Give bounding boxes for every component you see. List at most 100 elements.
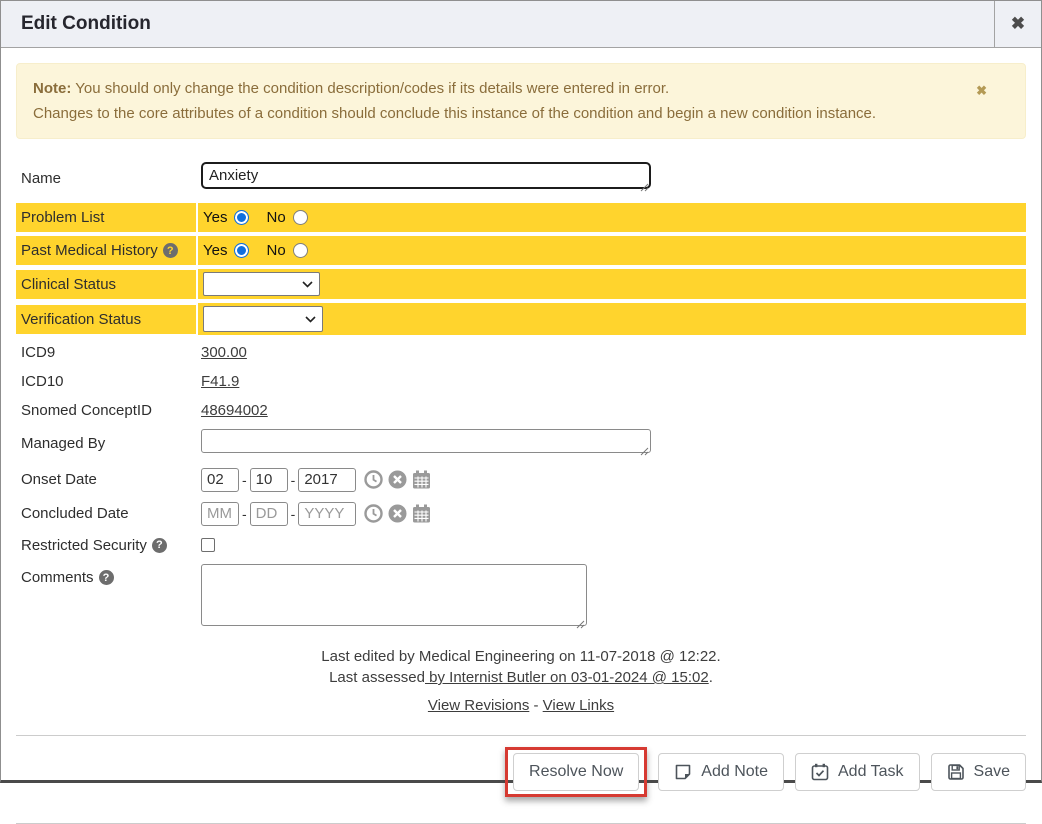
- pmh-no-label: No: [266, 242, 285, 259]
- warning-text-1: You should only change the condition des…: [71, 80, 669, 97]
- row-problem-list: Problem List Yes No: [16, 203, 1026, 232]
- date-separator: -: [291, 472, 296, 488]
- help-icon[interactable]: ?: [163, 243, 178, 258]
- dialog-header: Edit Condition ✖: [1, 1, 1041, 48]
- comments-label: Comments: [21, 569, 94, 586]
- problem-list-yes-label: Yes: [203, 209, 227, 226]
- onset-day-input[interactable]: [250, 468, 288, 492]
- chevron-down-icon: [305, 316, 316, 323]
- snomed-label: Snomed ConceptID: [16, 399, 196, 422]
- snomed-code-link[interactable]: 48694002: [201, 402, 268, 419]
- clock-icon[interactable]: [364, 470, 383, 489]
- add-note-button[interactable]: Add Note: [658, 753, 784, 791]
- row-name: Name Anxiety: [16, 159, 1026, 197]
- dialog-body: Note: You should only change the conditi…: [1, 48, 1041, 824]
- row-clinical-status: Clinical Status: [16, 269, 1026, 299]
- name-input[interactable]: Anxiety: [201, 162, 651, 189]
- view-revisions-link[interactable]: View Revisions: [428, 697, 529, 714]
- warning-line-1: Note: You should only change the conditi…: [33, 76, 985, 101]
- dialog-title: Edit Condition: [1, 1, 994, 47]
- warning-bold-label: Note:: [33, 80, 71, 97]
- row-verification-status: Verification Status: [16, 303, 1026, 335]
- clinical-status-select[interactable]: [203, 272, 320, 296]
- concluded-year-input[interactable]: [298, 502, 356, 526]
- row-restricted-security: Restricted Security ?: [16, 532, 1026, 558]
- clock-icon[interactable]: [364, 504, 383, 523]
- row-comments: Comments ?: [16, 561, 1026, 634]
- icd10-code-link[interactable]: F41.9: [201, 373, 239, 390]
- pmh-yes-radio[interactable]: [234, 243, 249, 258]
- resolve-now-label: Resolve Now: [529, 763, 623, 781]
- problem-list-no-radio[interactable]: [293, 210, 308, 225]
- add-task-label: Add Task: [838, 763, 904, 781]
- pmh-yes-label: Yes: [203, 242, 227, 259]
- save-label: Save: [974, 763, 1010, 781]
- date-separator: -: [291, 506, 296, 522]
- view-links-link[interactable]: View Links: [543, 697, 614, 714]
- calendar-icon[interactable]: [412, 470, 431, 489]
- row-past-medical-history: Past Medical History ? Yes No: [16, 236, 1026, 265]
- last-assessed-line: Last assessed by Internist Butler on 03-…: [16, 667, 1026, 688]
- link-separator: -: [529, 697, 542, 714]
- footer-divider: [16, 735, 1026, 736]
- close-button[interactable]: ✖: [994, 1, 1041, 47]
- onset-month-input[interactable]: [201, 468, 239, 492]
- clear-date-icon[interactable]: [388, 504, 407, 523]
- clinical-status-label: Clinical Status: [16, 270, 196, 299]
- onset-date-label: Onset Date: [16, 468, 196, 491]
- row-onset-date: Onset Date - -: [16, 464, 1026, 495]
- calendar-icon[interactable]: [412, 504, 431, 523]
- icd9-code-link[interactable]: 300.00: [201, 344, 247, 361]
- help-icon[interactable]: ?: [99, 570, 114, 585]
- icd10-label: ICD10: [16, 370, 196, 393]
- warning-line-2: Changes to the core attributes of a cond…: [33, 101, 985, 126]
- problem-list-yes-radio[interactable]: [234, 210, 249, 225]
- add-note-label: Add Note: [701, 763, 768, 781]
- save-button[interactable]: Save: [931, 753, 1026, 791]
- view-links-line: View Revisions - View Links: [16, 695, 1026, 716]
- managed-by-input[interactable]: [201, 429, 651, 453]
- row-concluded-date: Concluded Date - -: [16, 498, 1026, 529]
- last-assessed-link[interactable]: by Internist Butler on 03-01-2024 @ 15:0…: [425, 669, 709, 686]
- onset-year-input[interactable]: [298, 468, 356, 492]
- close-icon: ✖: [1011, 14, 1025, 34]
- note-icon: [674, 763, 692, 781]
- date-separator: -: [242, 506, 247, 522]
- row-snomed: Snomed ConceptID 48694002: [16, 397, 1026, 423]
- row-managed-by: Managed By: [16, 426, 1026, 461]
- footer-buttons: Resolve Now Add Note Add Task Save: [16, 747, 1026, 797]
- restricted-security-checkbox[interactable]: [201, 538, 215, 552]
- last-assessed-prefix: Last assessed: [329, 669, 425, 686]
- save-floppy-icon: [947, 763, 965, 781]
- task-calendar-icon: [811, 763, 829, 781]
- comments-textarea[interactable]: [201, 564, 587, 626]
- resolve-now-button[interactable]: Resolve Now: [513, 753, 639, 791]
- verification-status-select[interactable]: [203, 306, 323, 332]
- row-icd10: ICD10 F41.9: [16, 368, 1026, 394]
- date-separator: -: [242, 472, 247, 488]
- concluded-date-label: Concluded Date: [16, 502, 196, 525]
- past-medical-history-label: Past Medical History: [21, 242, 158, 259]
- row-icd9: ICD9 300.00: [16, 339, 1026, 365]
- problem-list-no-label: No: [266, 209, 285, 226]
- resolve-now-highlight: Resolve Now: [505, 747, 647, 797]
- audit-info: Last edited by Medical Engineering on 11…: [16, 646, 1026, 716]
- help-icon[interactable]: ?: [152, 538, 167, 553]
- restricted-security-label: Restricted Security: [21, 537, 147, 554]
- add-task-button[interactable]: Add Task: [795, 753, 920, 791]
- problem-list-label: Problem List: [16, 203, 196, 232]
- managed-by-label: Managed By: [16, 432, 196, 455]
- clear-date-icon[interactable]: [388, 470, 407, 489]
- verification-status-label: Verification Status: [16, 305, 196, 334]
- chevron-down-icon: [302, 281, 313, 288]
- banner-dismiss-icon[interactable]: ✖: [976, 78, 987, 103]
- warning-banner: Note: You should only change the conditi…: [16, 63, 1026, 139]
- icd9-label: ICD9: [16, 341, 196, 364]
- concluded-month-input[interactable]: [201, 502, 239, 526]
- last-edited-text: Last edited by Medical Engineering on 11…: [16, 646, 1026, 667]
- concluded-day-input[interactable]: [250, 502, 288, 526]
- last-assessed-suffix: .: [709, 669, 713, 686]
- name-label: Name: [16, 167, 196, 190]
- edit-condition-dialog: Edit Condition ✖ Note: You should only c…: [0, 0, 1042, 783]
- pmh-no-radio[interactable]: [293, 243, 308, 258]
